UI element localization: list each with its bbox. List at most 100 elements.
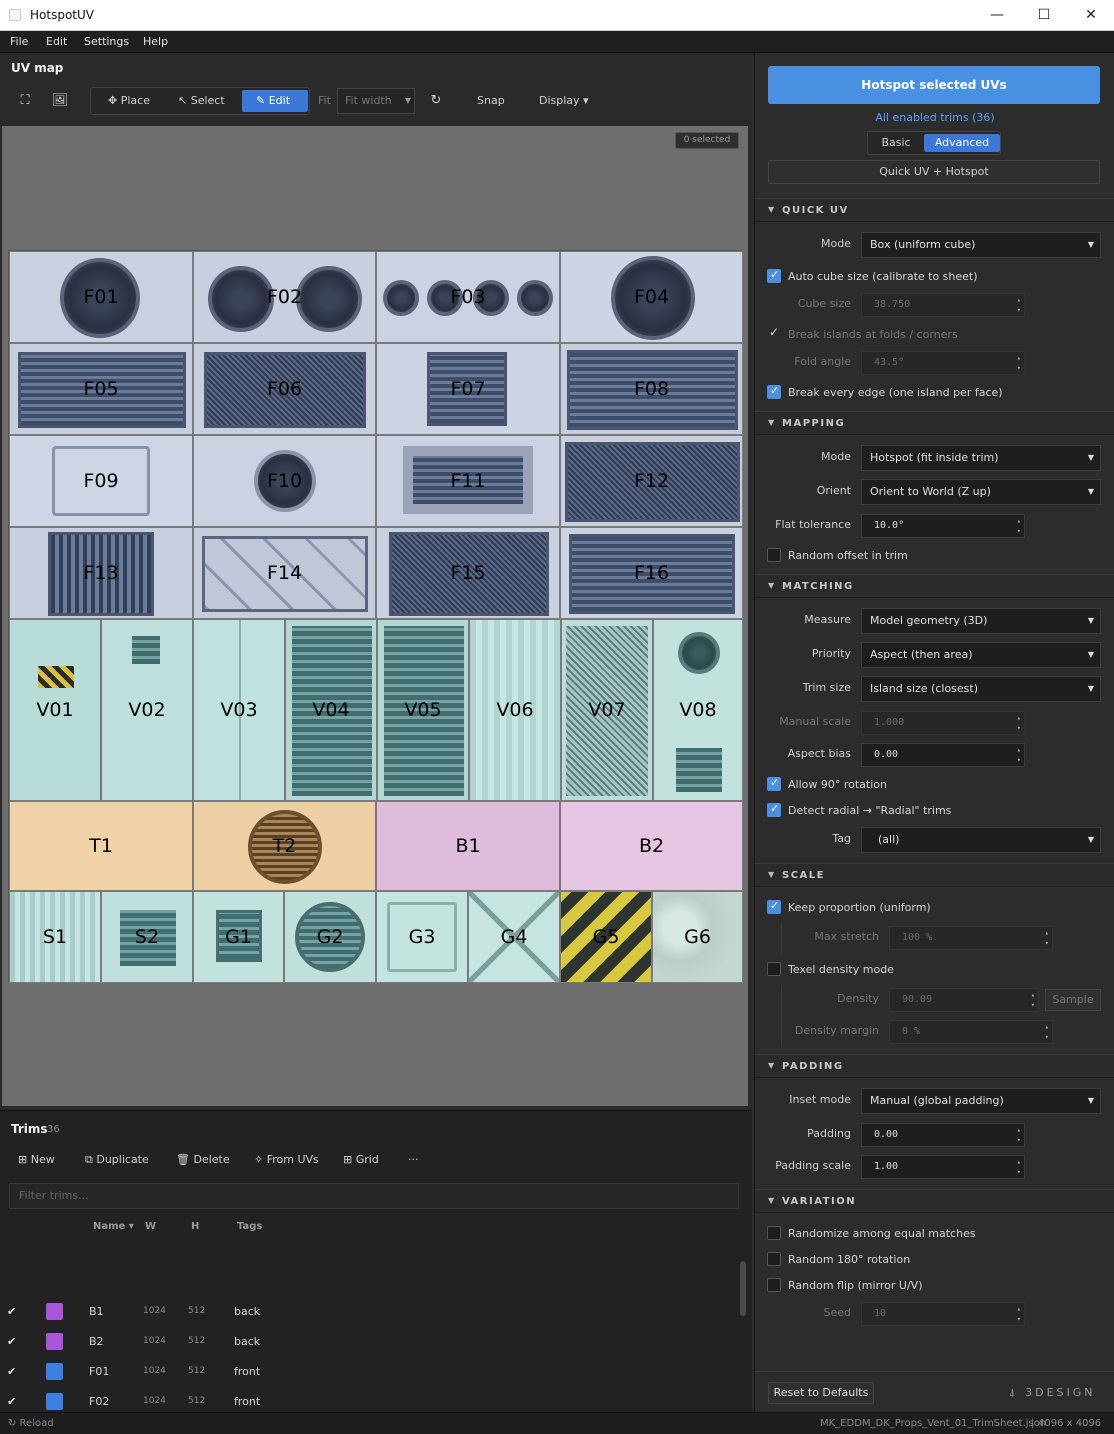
table-row[interactable]: ✔ B1 1024 512 back [0,1296,740,1326]
manual-scale-input[interactable]: 1.000 [861,711,1025,735]
new-trim-button[interactable]: ⊞ New [18,1153,55,1166]
trim-tile-f10[interactable]: F10 [193,435,376,527]
keep-proportion-checkbox[interactable] [767,899,781,914]
trim-tile-f06[interactable]: F06 [193,343,376,435]
trim-tile-g6[interactable]: G6 [652,891,743,983]
flat-tolerance-input[interactable]: 10.0° [861,514,1025,538]
enabled-checkbox[interactable]: ✔ [7,1335,16,1348]
image-icon[interactable]: 🖼 [51,92,69,110]
trim-tile-f01[interactable]: F01 [9,251,193,343]
enabled-checkbox[interactable]: ✔ [7,1305,16,1318]
sample-density-button[interactable]: Sample [1045,989,1101,1011]
section-matching[interactable]: ▼ MATCHING [755,574,1114,598]
padding-input[interactable]: 0.00 [861,1123,1025,1147]
table-row[interactable]: ✔ B2 1024 512 back [0,1326,740,1356]
trim-tile-g4[interactable]: G4 [468,891,560,983]
trim-tile-f13[interactable]: F13 [9,527,193,619]
trim-tile-b1[interactable]: B1 [376,801,560,891]
padding-scale-input[interactable]: 1.00 [861,1155,1025,1179]
place-tool-button[interactable]: ✥ Place [94,90,160,112]
edit-tool-button[interactable]: ✎ Edit [242,90,308,112]
priority-dropdown[interactable]: Aspect (then area) [861,642,1101,668]
hotspot-selected-button[interactable]: Hotspot selected UVs [768,66,1100,104]
tab-basic[interactable]: Basic [870,134,922,152]
fold-angle-input[interactable]: 43.5° [861,351,1025,375]
trims-scope-link[interactable]: All enabled trims (36) [755,111,1114,124]
trim-tile-t2[interactable]: T2 [193,801,376,891]
trims-scrollbar[interactable] [740,1261,746,1316]
auto-cube-checkbox[interactable] [767,268,781,283]
allow-rotation-checkbox[interactable] [767,776,781,791]
trim-tile-v02[interactable]: V02 [101,619,193,801]
trim-tile-g5[interactable]: G5 [560,891,652,983]
trim-tile-f07[interactable]: F07 [376,343,560,435]
trim-tile-b2[interactable]: B2 [560,801,743,891]
trim-tile-f03[interactable]: F03 [376,251,560,343]
trim-tile-v08[interactable]: V08 [653,619,743,801]
trim-color-swatch[interactable] [46,1393,63,1410]
density-margin-input[interactable]: 0 % [889,1020,1053,1044]
column-name[interactable]: Name ▾ [93,1221,134,1232]
from-uvs-button[interactable]: ✧ From UVs [254,1153,319,1166]
section-quick-uv[interactable]: ▼ QUICK UV [755,198,1114,222]
refresh-icon[interactable]: ↻ [427,92,445,110]
minimize-button[interactable]: — [974,0,1020,31]
section-variation[interactable]: ▼ VARIATION [755,1189,1114,1213]
texel-density-checkbox[interactable] [767,962,781,976]
density-input[interactable]: 90.09 [889,988,1039,1012]
trim-tile-g2[interactable]: G2 [284,891,376,983]
trim-tile-t1[interactable]: T1 [9,801,193,891]
break-folds-checkbox[interactable] [767,325,781,341]
reload-button[interactable]: ↻ Reload [8,1418,54,1429]
trim-color-swatch[interactable] [46,1333,63,1350]
orient-dropdown[interactable]: Orient to World (Z up) [861,479,1101,505]
trim-tile-f16[interactable]: F16 [560,527,743,619]
trim-tile-v01[interactable]: V01 [9,619,101,801]
aspect-bias-input[interactable]: 0.00 [861,743,1025,767]
trim-tile-s1[interactable]: S1 [9,891,101,983]
fullscreen-icon[interactable]: ⛶ [16,92,34,110]
trim-tile-v03[interactable]: V03 [193,619,285,801]
trim-tile-f14[interactable]: F14 [193,527,376,619]
randomize-checkbox[interactable] [767,1226,781,1240]
random-flip-checkbox[interactable] [767,1278,781,1292]
reset-defaults-button[interactable]: Reset to Defaults [768,1382,874,1404]
section-scale[interactable]: ▼ SCALE [755,863,1114,887]
trim-tile-f09[interactable]: F09 [9,435,193,527]
trim-color-swatch[interactable] [46,1363,63,1380]
table-row[interactable]: ✔ F01 1024 512 front [0,1356,740,1386]
max-stretch-input[interactable]: 100 % [889,926,1053,950]
grid-button[interactable]: ⊞ Grid [343,1153,379,1166]
trim-color-swatch[interactable] [46,1303,63,1320]
trim-tile-f12[interactable]: F12 [560,435,743,527]
more-actions-button[interactable]: ··· [408,1153,419,1166]
trim-tile-g1[interactable]: G1 [193,891,284,983]
column-h[interactable]: H [191,1221,199,1232]
trim-tile-v05[interactable]: V05 [377,619,469,801]
trim-tile-g3[interactable]: G3 [376,891,468,983]
section-padding[interactable]: ▼ PADDING [755,1054,1114,1078]
trim-sheet[interactable]: F01 F02 F03 F04 F05 F06 F07 F08 F09 F10 … [8,250,743,983]
menu-help[interactable]: Help [143,35,168,48]
trim-tile-s2[interactable]: S2 [101,891,193,983]
measure-dropdown[interactable]: Model geometry (3D) [861,608,1101,634]
filter-trims-input[interactable]: Filter trims... [9,1183,739,1209]
uv-canvas[interactable]: 0 selected F01 F02 F03 F04 F05 F06 F07 F… [2,126,748,1106]
snap-button[interactable]: Snap [477,86,505,116]
select-tool-button[interactable]: ↖ Select [164,90,236,112]
column-w[interactable]: W [145,1221,156,1232]
section-mapping[interactable]: ▼ MAPPING [755,411,1114,435]
trim-tile-v06[interactable]: V06 [469,619,561,801]
column-tags[interactable]: Tags [237,1221,262,1232]
quick-uv-hotspot-button[interactable]: Quick UV + Hotspot [768,160,1100,184]
trim-tile-f08[interactable]: F08 [560,343,743,435]
trim-size-dropdown[interactable]: Island size (closest) [861,676,1101,702]
seed-input[interactable]: 10 [861,1302,1025,1326]
tag-dropdown[interactable]: (all) [861,827,1101,853]
quick-mode-dropdown[interactable]: Box (uniform cube) [861,232,1101,258]
tab-advanced[interactable]: Advanced [924,134,1000,152]
inset-mode-dropdown[interactable]: Manual (global padding) [861,1088,1101,1114]
menu-file[interactable]: File [10,35,28,48]
random-offset-checkbox[interactable] [767,548,781,562]
menu-settings[interactable]: Settings [84,35,129,48]
